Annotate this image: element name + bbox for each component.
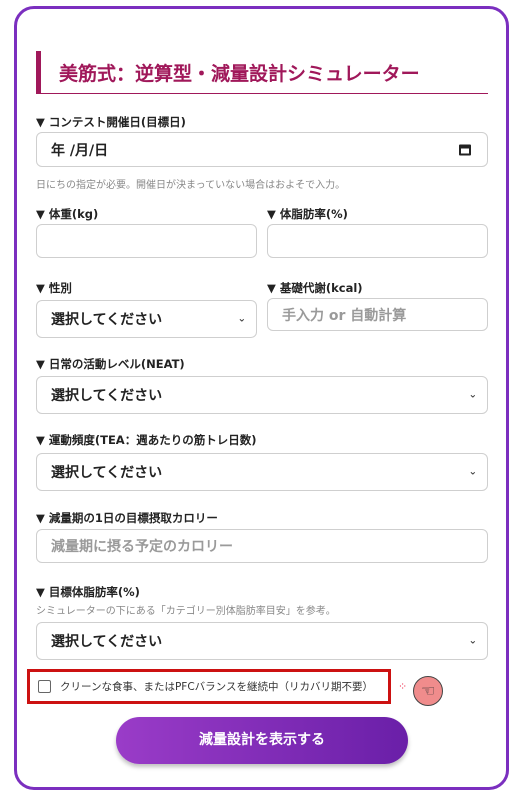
bodyfat-input[interactable] [267, 224, 488, 258]
contest-date-label: ▼ コンテスト開催日(目標日) [36, 115, 186, 129]
contest-date-input[interactable]: 年 /月/日 [36, 132, 488, 167]
neat-select[interactable]: 選択してください ⌄ [36, 376, 488, 414]
contest-date-value: 年 /月/日 [51, 142, 109, 159]
calendar-icon[interactable] [459, 144, 471, 155]
pointing-hand-icon: ☜ [413, 676, 443, 706]
target-kcal-label: ▼ 減量期の1日の目標摂取カロリー [36, 511, 218, 525]
weight-label: ▼ 体重(kg) [36, 207, 99, 221]
chevron-down-icon: ⌄ [468, 466, 477, 478]
tea-select[interactable]: 選択してください ⌄ [36, 453, 488, 491]
page-title: 美筋式：逆算型・減量設計シミュレーター [59, 63, 420, 85]
target-kcal-input[interactable]: 減量期に摂る予定のカロリー [36, 529, 488, 563]
chevron-down-icon: ⌄ [237, 313, 246, 325]
bmr-input[interactable]: 手入力 or 自動計算 [267, 298, 488, 331]
title-bar: 美筋式：逆算型・減量設計シミュレーター [36, 51, 488, 94]
sex-select[interactable]: 選択してください ⌄ [36, 300, 257, 338]
sex-label: ▼ 性別 [36, 281, 72, 295]
clean-diet-option[interactable]: クリーンな食事、またはPFCバランスを継続中（リカバリ期不要） [27, 669, 391, 704]
neat-label: ▼ 日常の活動レベル(NEAT) [36, 357, 185, 371]
target-fat-select[interactable]: 選択してください ⌄ [36, 622, 488, 660]
bodyfat-label: ▼ 体脂肪率(%) [267, 207, 348, 221]
weight-input[interactable] [36, 224, 257, 258]
target-fat-label: ▼ 目標体脂肪率(%) [36, 585, 140, 599]
target-fat-hint: シミュレーターの下にある「カテゴリー別体脂肪率目安」を参考。 [36, 606, 336, 617]
contest-date-hint: 日にちの指定が必要。開催日が決まっていない場合はおよそで入力。 [36, 180, 346, 191]
sparkle-icon: ⁘ [398, 680, 408, 693]
clean-diet-label: クリーンな食事、またはPFCバランスを継続中（リカバリ期不要） [60, 681, 373, 693]
chevron-down-icon: ⌄ [468, 635, 477, 647]
bmr-label: ▼ 基礎代謝(kcal) [267, 281, 363, 295]
show-plan-button[interactable]: 減量設計を表示する [116, 717, 408, 764]
clean-diet-checkbox[interactable] [38, 680, 51, 693]
chevron-down-icon: ⌄ [468, 389, 477, 401]
tea-label: ▼ 運動頻度(TEA：週あたりの筋トレ日数) [36, 433, 257, 447]
